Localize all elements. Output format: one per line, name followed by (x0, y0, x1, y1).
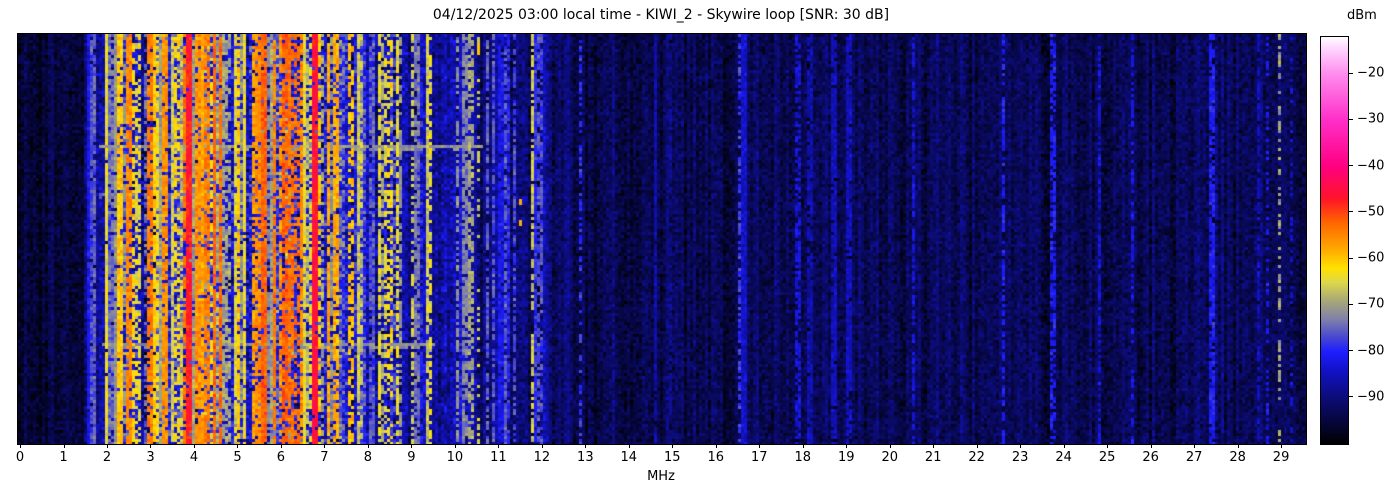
x-tick-mark (237, 444, 239, 448)
spectrogram-page: 04/12/2025 03:00 local time - KIWI_2 - S… (0, 0, 1400, 500)
colorbar-tick-mark (1349, 211, 1353, 213)
x-tick-mark (193, 444, 195, 448)
colorbar-tick-mark (1349, 118, 1353, 120)
colorbar-tick-mark (1349, 396, 1353, 398)
x-tick-mark (1020, 444, 1022, 448)
x-axis: 0 1 2 3 4 5 6 7 8 9 10 11 12 13 14 15 16 17 18 19 20 21 22 23 24… (0, 443, 1400, 493)
colorbar-tick-mark (1349, 257, 1353, 259)
x-tick-mark (150, 444, 152, 448)
x-tick-mark (454, 444, 456, 448)
x-tick-mark (802, 444, 804, 448)
x-tick-label: 9 (407, 450, 416, 465)
x-tick-mark (280, 444, 282, 448)
colorbar-tick-mark (1349, 165, 1353, 166)
x-tick-label: 23 (1011, 450, 1029, 465)
x-tick-label: 8 (363, 450, 373, 465)
x-tick-mark (585, 444, 587, 448)
x-tick-label: 0 (15, 450, 25, 465)
colorbar-tick-label: −60 (1357, 250, 1385, 266)
x-tick-label: 18 (794, 450, 812, 465)
x-tick-mark (846, 444, 848, 448)
colorbar (1320, 36, 1349, 445)
x-tick-label: 14 (620, 450, 638, 465)
x-tick-mark (715, 444, 717, 448)
x-tick-label: 4 (189, 450, 199, 465)
x-tick-label: 3 (146, 450, 155, 465)
x-tick-mark (889, 444, 891, 448)
colorbar-tick-mark (1349, 350, 1353, 351)
spectrogram-heatmap (18, 34, 1306, 444)
x-tick-label: 25 (1098, 450, 1116, 465)
x-tick-label: 13 (577, 450, 594, 465)
x-tick-mark (63, 444, 65, 448)
x-tick-label: 21 (924, 450, 942, 465)
x-tick-label: 27 (1185, 450, 1203, 465)
x-tick-mark (1194, 444, 1196, 448)
colorbar-gradient (1321, 37, 1348, 444)
colorbar-tick-label: −40 (1357, 158, 1385, 173)
x-tick-label: 11 (490, 450, 507, 465)
colorbar-tick-label: −80 (1357, 343, 1385, 358)
x-axis-label: MHz (647, 469, 675, 484)
colorbar-tick-mark (1349, 72, 1353, 74)
x-tick-mark (672, 444, 674, 448)
x-tick-mark (976, 444, 978, 448)
x-tick-mark (107, 444, 108, 448)
x-tick-label: 15 (664, 450, 681, 465)
colorbar-unit-label: dBm (1347, 8, 1377, 23)
x-tick-mark (1107, 444, 1109, 448)
x-tick-label: 20 (881, 450, 898, 465)
x-tick-label: 28 (1229, 450, 1246, 465)
x-tick-mark (411, 444, 413, 448)
x-tick-mark (541, 444, 543, 448)
x-tick-mark (498, 444, 500, 448)
x-tick-mark (759, 444, 761, 448)
colorbar-tick-label: −90 (1357, 389, 1385, 405)
colorbar-axis: −20 −30 −40 −50 −60 −70 −80 −90 (1348, 36, 1400, 443)
x-tick-mark (367, 444, 369, 448)
x-tick-label: 1 (59, 450, 68, 465)
x-tick-label: 2 (102, 450, 112, 465)
x-tick-label: 10 (446, 450, 464, 465)
x-tick-label: 5 (233, 450, 242, 465)
colorbar-tick-label: −20 (1357, 65, 1385, 81)
x-tick-mark (1281, 444, 1283, 448)
colorbar-tick-label: −30 (1357, 111, 1385, 127)
x-tick-label: 17 (750, 450, 768, 465)
x-tick-label: 22 (968, 450, 985, 465)
x-tick-mark (1063, 444, 1065, 448)
x-tick-mark (324, 444, 326, 448)
x-tick-label: 29 (1272, 450, 1290, 465)
x-tick-label: 19 (837, 450, 855, 465)
x-tick-mark (628, 444, 630, 448)
x-tick-label: 6 (276, 450, 286, 465)
chart-title: 04/12/2025 03:00 local time - KIWI_2 - S… (432, 7, 890, 23)
x-tick-mark (1237, 444, 1239, 448)
x-tick-mark (20, 444, 22, 448)
waterfall-plot-area (17, 33, 1307, 445)
x-tick-label: 24 (1055, 450, 1072, 465)
x-tick-mark (1150, 444, 1152, 448)
x-tick-label: 16 (707, 450, 725, 465)
x-tick-label: 26 (1142, 450, 1159, 465)
x-tick-mark (933, 444, 935, 448)
x-tick-label: 12 (533, 450, 551, 465)
colorbar-tick-label: −50 (1357, 204, 1385, 220)
x-tick-label: 7 (320, 450, 329, 465)
colorbar-tick-mark (1349, 303, 1353, 305)
colorbar-tick-label: −70 (1357, 296, 1385, 312)
